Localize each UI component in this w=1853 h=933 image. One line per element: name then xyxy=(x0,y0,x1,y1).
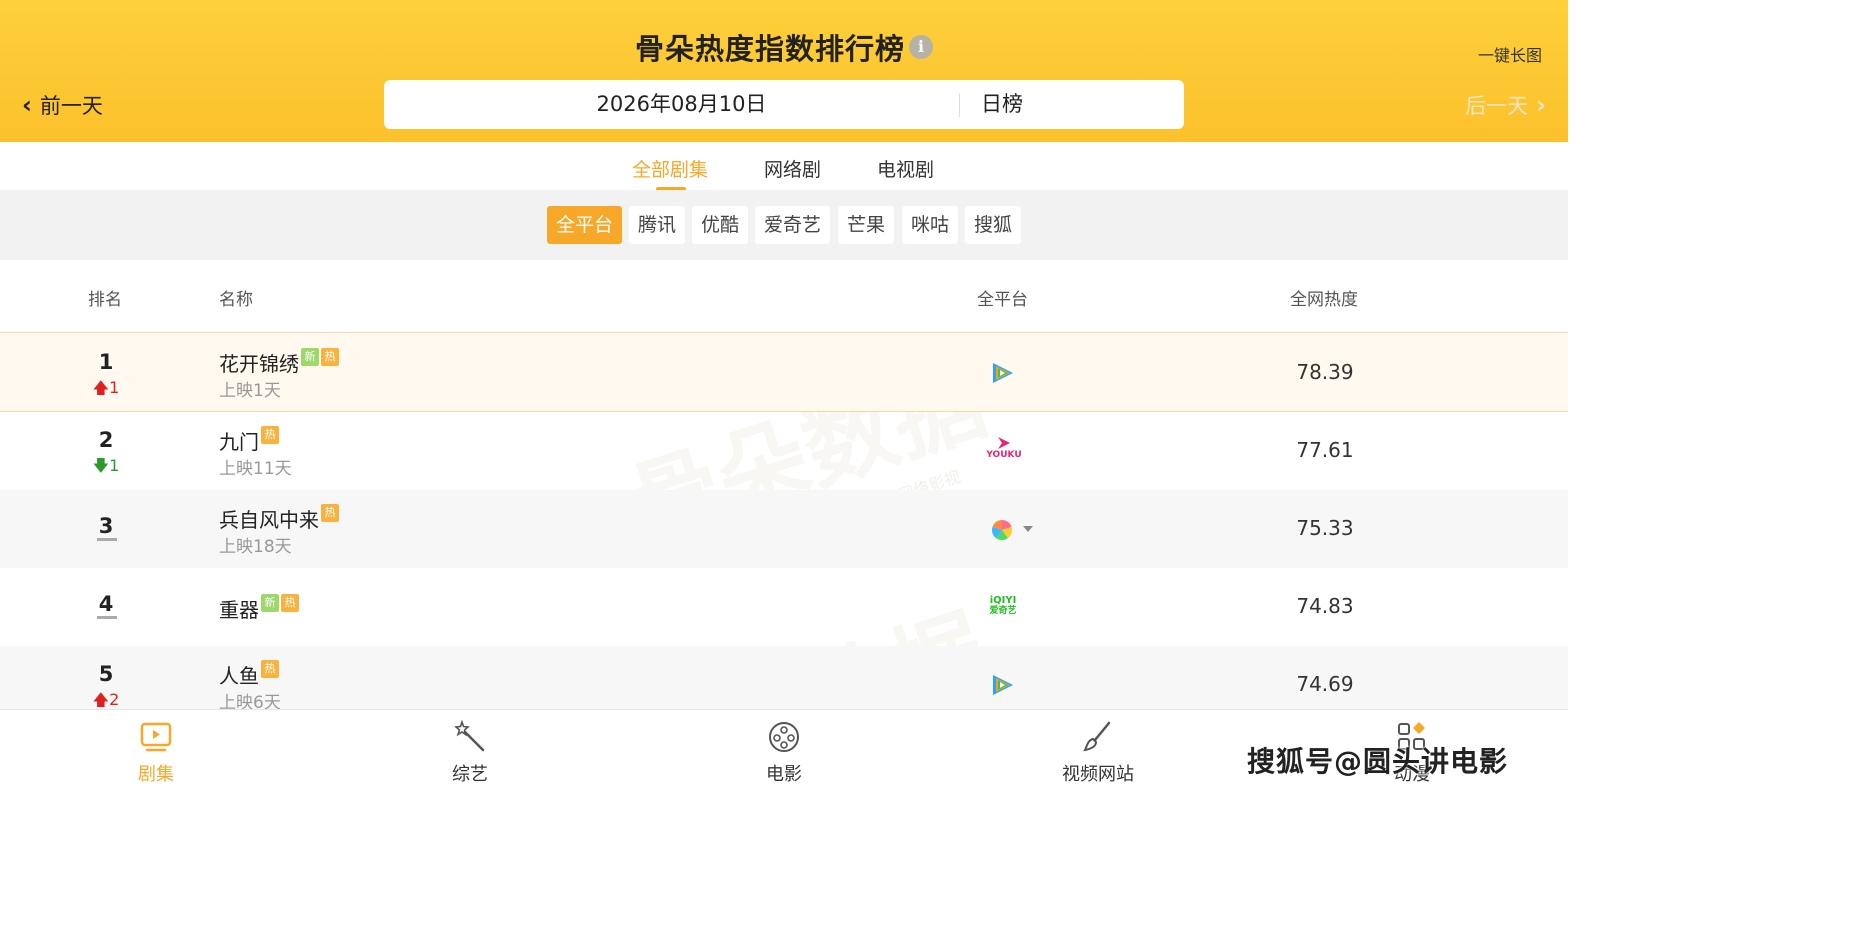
header: 骨朵热度指数排行榜 i 一键长图 ‹ 前一天 后一天 › 2026年08月10日 … xyxy=(0,0,1568,142)
nav-video-sites[interactable]: 视频网站 xyxy=(1048,720,1148,786)
arrow-up-icon: 🡅 xyxy=(92,378,110,397)
ranking-page: 骨朵热度指数排行榜 i 一键长图 ‹ 前一天 后一天 › 2026年08月10日 … xyxy=(0,0,1568,789)
rank-number: 2 xyxy=(98,428,114,452)
rank-mode-select[interactable]: 日榜 xyxy=(981,80,1023,129)
magic-wand-icon xyxy=(454,720,485,752)
hot-badge: 热 xyxy=(281,593,299,612)
next-day-label: 后一天 xyxy=(1465,94,1529,118)
new-badge: 新 xyxy=(261,593,279,612)
heat-value: 77.61 xyxy=(1296,438,1354,462)
chevron-right-icon: › xyxy=(1536,91,1546,119)
nav-movie[interactable]: 电影 xyxy=(734,720,834,786)
hot-badge: 热 xyxy=(261,659,279,678)
rank-number: 3 xyxy=(98,514,114,538)
rank-change-value: 1 xyxy=(109,456,120,475)
rank-number: 1 xyxy=(98,350,114,374)
brush-icon xyxy=(1083,721,1111,752)
rank-unchanged xyxy=(97,538,117,541)
hot-badge: 热 xyxy=(321,347,339,366)
platform-filter: 全平台 腾讯 优酷 爱奇艺 芒果 咪咕 搜狐 xyxy=(0,190,1568,260)
prev-day-button[interactable]: ‹ 前一天 xyxy=(22,90,103,120)
series-name[interactable]: 九门热 xyxy=(219,425,279,455)
series-title: 人鱼 xyxy=(219,664,259,688)
tab-tv-series[interactable]: 电视剧 xyxy=(877,155,934,182)
date-selector[interactable]: 2026年08月10日 日榜 xyxy=(384,80,1184,129)
tencent-video-icon xyxy=(990,673,1016,701)
iqiyi-wordmark-cn: 爱奇艺 xyxy=(989,606,1017,616)
tv-play-icon xyxy=(140,722,172,752)
header-heat[interactable]: 全网热度 xyxy=(1290,285,1358,310)
tab-all-series[interactable]: 全部剧集 xyxy=(632,155,708,182)
release-days: 上映11天 xyxy=(219,459,292,479)
platform-mango[interactable]: 芒果 xyxy=(838,206,895,244)
rank-number: 4 xyxy=(98,592,114,616)
next-day-button[interactable]: 后一天 › xyxy=(1465,90,1546,120)
series-title: 兵自风中来 xyxy=(219,508,319,532)
title-wrap: 骨朵热度指数排行榜 i xyxy=(0,26,1568,68)
series-name[interactable]: 花开锦绣新热 xyxy=(219,347,339,377)
platform-migu[interactable]: 咪咕 xyxy=(902,206,959,244)
date-value[interactable]: 2026年08月10日 xyxy=(384,80,979,129)
tencent-video-icon xyxy=(990,361,1016,389)
series-name[interactable]: 人鱼热 xyxy=(219,659,279,689)
platform-youku[interactable]: 优酷 xyxy=(692,206,749,244)
series-title: 花开锦绣 xyxy=(219,352,299,376)
rank-unchanged xyxy=(97,616,117,619)
release-days: 上映1天 xyxy=(219,381,281,401)
page-title: 骨朵热度指数排行榜 xyxy=(634,32,905,66)
nav-label: 视频网站 xyxy=(1062,764,1134,785)
table-row[interactable]: 2 🡇1 九门热 上映11天 YOUKU 77.61 xyxy=(0,412,1568,490)
release-days: 上映18天 xyxy=(219,537,292,557)
table-row[interactable]: 1 🡅1 花开锦绣新热 上映1天 78.39 xyxy=(0,334,1568,412)
series-name[interactable]: 兵自风中来热 xyxy=(219,503,339,533)
tab-web-series[interactable]: 网络剧 xyxy=(764,155,821,182)
long-image-button[interactable]: 一键长图 xyxy=(1478,42,1542,66)
table-header: 排名 名称 全平台 全网热度 xyxy=(0,260,1568,333)
multi-platform-icon[interactable] xyxy=(990,519,1036,545)
info-icon[interactable]: i xyxy=(909,35,933,59)
youku-icon: YOUKU xyxy=(986,436,1022,460)
new-badge: 新 xyxy=(301,347,319,366)
nav-series[interactable]: 剧集 xyxy=(106,720,206,786)
nav-label: 剧集 xyxy=(138,764,174,785)
hot-badge: 热 xyxy=(261,425,279,444)
source-caption: 搜狐号@圆头讲电影 xyxy=(1247,745,1509,778)
heat-value: 75.33 xyxy=(1296,516,1354,540)
platform-iqiyi[interactable]: 爱奇艺 xyxy=(755,206,831,244)
platform-tencent[interactable]: 腾讯 xyxy=(629,206,686,244)
heat-value: 74.83 xyxy=(1296,594,1354,618)
platform-all[interactable]: 全平台 xyxy=(547,206,623,244)
platform-sohu[interactable]: 搜狐 xyxy=(965,206,1022,244)
heat-value: 78.39 xyxy=(1296,360,1354,384)
youku-wordmark: YOUKU xyxy=(986,450,1022,460)
iqiyi-wordmark: iQIYI xyxy=(989,595,1017,606)
rank-change-value: 1 xyxy=(109,378,120,397)
rank-number: 5 xyxy=(98,662,114,686)
table-row[interactable]: 4 重器新热 iQIYI 爱奇艺 74.83 xyxy=(0,568,1568,646)
series-title: 重器 xyxy=(219,598,259,622)
rank-change-up: 🡅1 xyxy=(86,377,126,404)
date-divider xyxy=(959,93,960,117)
nav-label: 电影 xyxy=(766,764,802,785)
header-rank: 排名 xyxy=(88,290,122,310)
nav-variety[interactable]: 综艺 xyxy=(420,720,520,786)
chevron-left-icon: ‹ xyxy=(22,91,32,119)
iqiyi-icon: iQIYI 爱奇艺 xyxy=(988,595,1018,617)
rank-change-value: 2 xyxy=(109,690,120,709)
category-tabs: 全部剧集 网络剧 电视剧 xyxy=(0,142,1568,191)
table-row[interactable]: 3 兵自风中来热 上映18天 75.33 xyxy=(0,490,1568,568)
hot-badge: 热 xyxy=(321,503,339,522)
arrow-down-icon: 🡇 xyxy=(92,456,110,475)
series-name[interactable]: 重器新热 xyxy=(219,593,299,623)
rank-change-down: 🡇1 xyxy=(86,455,126,482)
prev-day-label: 前一天 xyxy=(39,94,103,118)
arrow-up-icon: 🡅 xyxy=(92,690,110,709)
film-reel-icon xyxy=(769,722,799,752)
header-name: 名称 xyxy=(219,290,253,310)
heat-value: 74.69 xyxy=(1296,672,1354,696)
series-title: 九门 xyxy=(219,430,259,454)
nav-label: 综艺 xyxy=(452,764,488,785)
header-platform: 全平台 xyxy=(977,290,1028,310)
